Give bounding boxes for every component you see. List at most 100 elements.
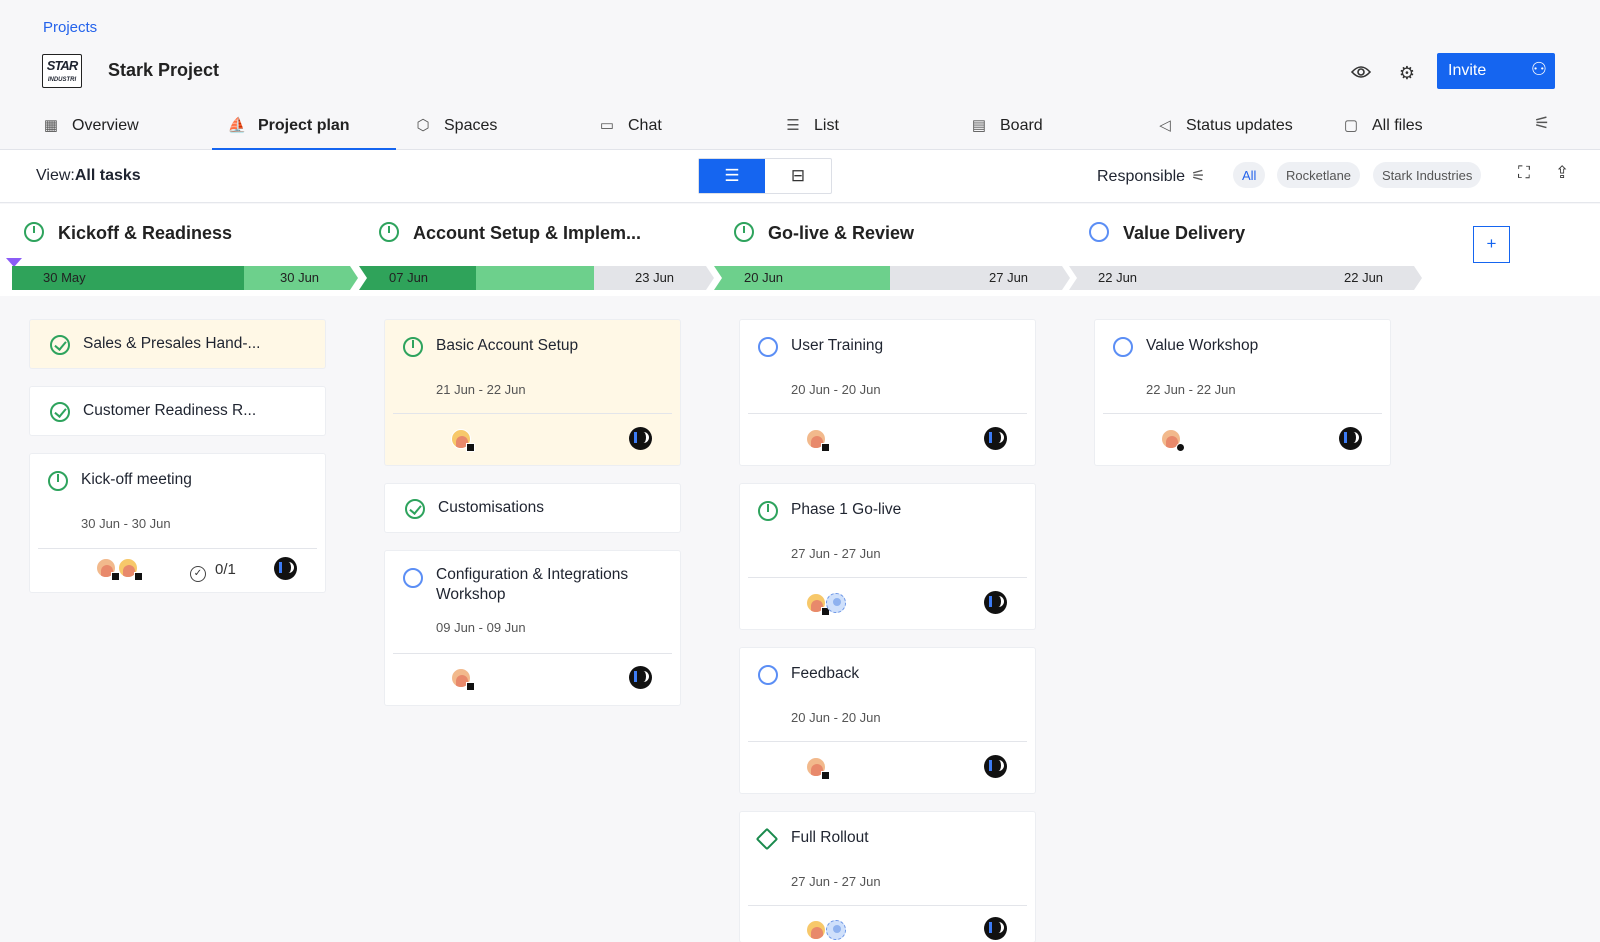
task-card[interactable]: Customisations [385,484,680,532]
done-icon [50,335,70,355]
org-badge [134,572,143,581]
team-avatar[interactable] [826,593,846,613]
breadcrumb-projects[interactable]: Projects [43,19,97,36]
task-card[interactable]: Configuration & Integrations Workshop 09… [385,551,680,705]
task-title: Kick-off meeting [81,471,192,488]
tab-board[interactable]: ▤ Board [968,105,1138,150]
gantt-layout-button[interactable]: ⊟ [765,159,831,193]
folder-icon: ▢ [1343,117,1359,134]
tab-list[interactable]: ☰ List [782,105,952,150]
tab-status-updates[interactable]: ◁ Status updates [1154,105,1334,150]
org-badge [1176,443,1185,452]
phase-start-date: 30 May [43,270,86,285]
org-logo-icon [274,557,297,580]
phase-header: Kickoff & Readiness Account Setup & Impl… [0,204,1600,296]
not-started-icon [758,665,778,685]
phase-timeline [12,266,1422,290]
task-dates: 30 Jun - 30 Jun [81,516,171,531]
gear-icon[interactable]: ⚙ [1396,62,1418,84]
task-title: User Training [791,337,884,354]
org-logo-icon [984,755,1007,778]
not-started-icon [1113,337,1133,357]
org-logo-icon [629,666,652,689]
phase-value-delivery[interactable]: Value Delivery [1089,222,1245,244]
presentation-icon[interactable]: ⛶ [1518,163,1530,183]
subtask-count[interactable]: ✓ 0/1 [190,561,236,582]
task-card[interactable]: Sales & Presales Hand-... [30,320,325,368]
task-title: Customisations [438,499,544,516]
task-card[interactable]: User Training 20 Jun - 20 Jun [740,320,1035,465]
in-progress-icon [758,501,778,521]
tab-project-plan[interactable]: ⛵ Project plan [212,105,396,150]
chip-rocketlane[interactable]: Rocketlane [1277,162,1361,188]
org-badge [821,443,830,452]
task-card[interactable]: Full Rollout 27 Jun - 27 Jun [740,812,1035,942]
responsible-filter[interactable]: Responsible ⚟ [1097,166,1205,186]
phase-start-date: 22 Jun [1098,270,1138,285]
export-icon[interactable]: ⇪ [1555,163,1569,183]
task-dates: 27 Jun - 27 Jun [791,546,881,561]
phase-end-date: 22 Jun [1344,270,1384,285]
invite-button[interactable]: Invite ⚇ [1437,53,1555,89]
plan-icon: ⛵ [227,117,247,134]
task-card[interactable]: Kick-off meeting 30 Jun - 30 Jun ✓ 0/1 [30,454,325,592]
divider [748,905,1027,906]
task-card[interactable]: Basic Account Setup 21 Jun - 22 Jun [385,320,680,465]
task-title: Phase 1 Go-live [791,501,902,518]
chat-icon: ▭ [599,117,615,134]
tab-overview[interactable]: ▦ Overview [40,105,212,150]
in-progress-icon [24,222,44,242]
project-tabs: ▦ Overview ⛵ Project plan ⬡ Spaces ▭ Chat ☰ L… [0,105,1600,150]
spaces-icon: ⬡ [416,117,430,134]
task-title: Value Workshop [1146,337,1259,354]
chip-stark-industries[interactable]: Stark Industries [1373,162,1482,188]
eye-icon[interactable] [1350,62,1372,84]
done-icon [405,499,425,519]
phase-account-setup[interactable]: Account Setup & Implem... [379,222,641,244]
task-card[interactable]: Value Workshop 22 Jun - 22 Jun [1095,320,1390,465]
team-avatar[interactable] [826,920,846,940]
tab-spaces[interactable]: ⬡ Spaces [412,105,582,150]
megaphone-icon: ◁ [1159,117,1171,134]
list-layout-button[interactable]: ☰ [699,159,765,193]
view-selector[interactable]: View:All tasks [36,167,141,185]
list-icon: ☰ [786,117,800,134]
task-title: Sales & Presales Hand-... [83,335,261,352]
view-toolbar: View:All tasks ☰ ⊟ Responsible ⚟ All Rock… [0,150,1600,203]
task-dates: 27 Jun - 27 Jun [791,874,881,889]
divider [748,577,1027,578]
phase-end-date: 27 Jun [989,270,1029,285]
divider [748,741,1027,742]
layout-toggle: ☰ ⊟ [698,158,832,194]
task-title: Configuration & Integrations Workshop [436,566,629,603]
task-card[interactable]: Phase 1 Go-live 27 Jun - 27 Jun [740,484,1035,629]
not-started-icon [1089,222,1109,242]
tabs-settings-icon[interactable]: ⚟ [1534,113,1550,134]
not-started-icon [758,337,778,357]
task-title: Full Rollout [791,829,869,846]
add-phase-button[interactable]: + [1473,226,1510,263]
org-logo-icon [984,427,1007,450]
org-logo-icon [1339,427,1362,450]
chip-all[interactable]: All [1233,162,1266,188]
in-progress-icon [379,222,399,242]
tab-chat[interactable]: ▭ Chat [596,105,766,150]
project-logo: STAR INDUSTRI [42,54,82,88]
avatar[interactable] [806,920,826,940]
task-card[interactable]: Customer Readiness R... [30,387,325,435]
task-dates: 09 Jun - 09 Jun [436,620,526,635]
phase-start-date: 20 Jun [744,270,784,285]
in-progress-icon [734,222,754,242]
task-title: Customer Readiness R... [83,402,257,419]
phase-go-live[interactable]: Go-live & Review [734,222,914,244]
phase-start-date: 07 Jun [389,270,429,285]
tab-all-files[interactable]: ▢ All files [1340,105,1490,150]
org-badge [466,443,475,452]
org-badge [466,682,475,691]
phase-kickoff[interactable]: Kickoff & Readiness [24,222,232,244]
users-icon: ⚇ [1530,59,1547,79]
divider [1103,413,1382,414]
board-icon: ▤ [971,117,987,134]
task-card[interactable]: Feedback 20 Jun - 20 Jun [740,648,1035,793]
org-logo-icon [984,917,1007,940]
